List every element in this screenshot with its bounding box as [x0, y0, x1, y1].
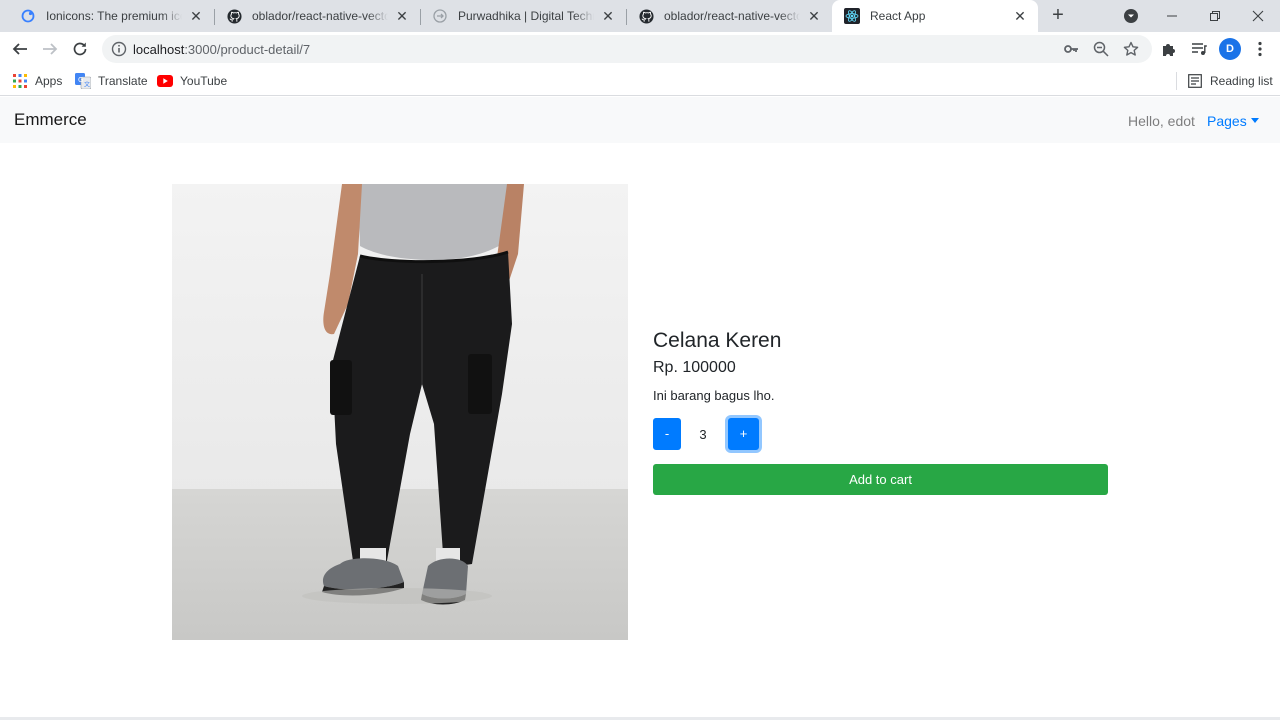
- reading-list-icon: [1187, 73, 1203, 89]
- new-tab-button[interactable]: +: [1046, 4, 1070, 28]
- browser-tab[interactable]: oblador/react-native-vector-icons ✕: [626, 0, 832, 32]
- back-arrow-icon[interactable]: [8, 37, 32, 61]
- browser-tab-strip: Ionicons: The premium icon pack ✕ oblado…: [0, 0, 1280, 32]
- close-tab-icon[interactable]: ✕: [1012, 8, 1028, 24]
- tab-title: React App: [870, 9, 926, 23]
- browser-tab[interactable]: Ionicons: The premium icon pack ✕: [8, 0, 214, 32]
- tab-title: Purwadhika | Digital Technology School: [458, 9, 594, 23]
- browser-tab[interactable]: oblador/react-native-vector-icons ✕: [214, 0, 420, 32]
- svg-text:文: 文: [84, 81, 90, 89]
- tab-title: oblador/react-native-vector-icons: [252, 9, 388, 23]
- bookmark-apps[interactable]: Apps: [12, 72, 62, 90]
- youtube-icon: [157, 73, 173, 89]
- tab-title: Ionicons: The premium icon pack: [46, 9, 182, 23]
- quantity-value: 3: [699, 427, 707, 442]
- bookmark-youtube[interactable]: YouTube: [157, 72, 227, 90]
- tab-search-icon[interactable]: [1121, 6, 1141, 26]
- browser-tab-active[interactable]: React App ✕: [832, 0, 1038, 32]
- product-image: [172, 184, 628, 640]
- close-tab-icon[interactable]: ✕: [394, 8, 410, 24]
- minimize-icon[interactable]: [1150, 0, 1194, 32]
- decrement-quantity-button[interactable]: -: [653, 418, 681, 450]
- url-text: localhost:3000/product-detail/7: [133, 42, 310, 57]
- site-info-icon[interactable]: [111, 41, 127, 57]
- key-icon[interactable]: [1063, 41, 1079, 57]
- reading-list-button[interactable]: Reading list: [1176, 72, 1273, 90]
- pages-dropdown-label: Pages: [1207, 113, 1247, 129]
- product-price: Rp. 100000: [653, 359, 736, 376]
- add-to-cart-button[interactable]: Add to cart: [653, 464, 1108, 495]
- media-queue-icon[interactable]: [1190, 40, 1208, 58]
- react-icon: [844, 8, 860, 24]
- restore-icon[interactable]: [1193, 0, 1237, 32]
- translate-icon: G文: [75, 73, 91, 89]
- zoom-icon[interactable]: [1093, 41, 1109, 57]
- user-greeting: Hello, edot: [1128, 113, 1195, 129]
- browser-tab[interactable]: Purwadhika | Digital Technology School ✕: [420, 0, 626, 32]
- product-name: Celana Keren: [653, 329, 782, 352]
- bookmark-translate[interactable]: G文 Translate: [75, 72, 148, 90]
- app-navbar: Emmerce Hello, edot Pages: [0, 97, 1280, 143]
- bookmark-label: YouTube: [180, 74, 228, 88]
- reload-icon[interactable]: [68, 37, 92, 61]
- bookmark-label: Translate: [98, 74, 148, 88]
- github-icon: [638, 8, 654, 24]
- github-icon: [226, 8, 242, 24]
- bookmarks-bar: Apps G文 Translate YouTube Reading list: [0, 66, 1280, 96]
- svg-text:G: G: [78, 76, 83, 84]
- bookmark-star-icon[interactable]: [1123, 41, 1139, 57]
- close-tab-icon[interactable]: ✕: [806, 8, 822, 24]
- apps-grid-icon: [12, 73, 28, 89]
- pages-dropdown-toggle[interactable]: Pages: [1207, 113, 1259, 129]
- increment-quantity-button[interactable]: +: [728, 418, 759, 450]
- forward-arrow-icon[interactable]: [38, 37, 62, 61]
- brand-link[interactable]: Emmerce: [14, 110, 87, 130]
- url-path: :3000/product-detail/7: [184, 42, 311, 57]
- browser-toolbar: localhost:3000/product-detail/7 D: [0, 32, 1280, 66]
- chevron-down-icon: [1250, 118, 1259, 123]
- purwadhika-icon: [432, 8, 448, 24]
- tab-title: oblador/react-native-vector-icons: [664, 9, 800, 23]
- close-window-icon[interactable]: [1236, 0, 1280, 32]
- profile-avatar[interactable]: D: [1219, 38, 1241, 60]
- ionicons-icon: [20, 8, 36, 24]
- address-bar[interactable]: localhost:3000/product-detail/7: [102, 35, 1152, 63]
- url-host: localhost: [133, 42, 185, 57]
- kebab-menu-icon[interactable]: [1251, 40, 1269, 58]
- reading-list-label: Reading list: [1210, 74, 1273, 88]
- product-description: Ini barang bagus lho.: [653, 388, 775, 403]
- close-tab-icon[interactable]: ✕: [600, 8, 616, 24]
- bookmark-label: Apps: [35, 74, 63, 88]
- extensions-puzzle-icon[interactable]: [1160, 40, 1178, 58]
- close-tab-icon[interactable]: ✕: [188, 8, 204, 24]
- product-photo-illustration: [172, 184, 628, 640]
